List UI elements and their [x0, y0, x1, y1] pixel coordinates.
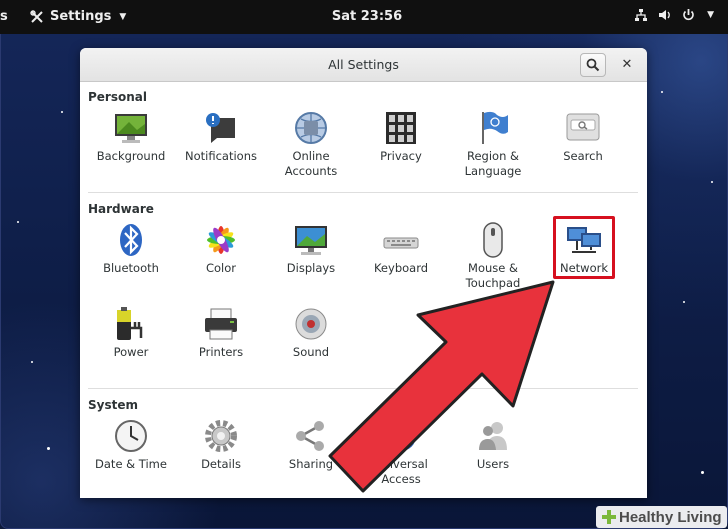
settings-item-users[interactable]: Users [448, 418, 538, 472]
settings-item-notifications[interactable]: Notifications [176, 110, 266, 164]
sound-icon [295, 308, 327, 340]
settings-item-keyboard[interactable]: Keyboard [356, 222, 446, 276]
star [661, 91, 663, 93]
keyboard-icon [383, 237, 419, 249]
settings-item-label: Region & Language [464, 149, 522, 178]
settings-item-label: Power [113, 345, 149, 359]
users-icon [479, 422, 507, 450]
settings-item-label: Sharing [288, 457, 334, 471]
settings-item-label: Universal Access [374, 457, 428, 486]
notifications-icon [206, 113, 235, 143]
network-status-icon [635, 9, 648, 21]
displays-icon [295, 226, 327, 255]
settings-item-label: Date & Time [95, 457, 167, 471]
star [701, 471, 704, 474]
close-button[interactable]: ✕ [617, 55, 637, 75]
settings-item-label: Online Accounts [284, 149, 338, 178]
background-icon [115, 114, 147, 143]
settings-item-label: Details [201, 457, 241, 471]
universal-access-icon [386, 421, 416, 451]
section-divider [88, 388, 638, 389]
search-button[interactable] [580, 53, 606, 77]
search-settings-icon [566, 113, 600, 141]
settings-item-universal-access[interactable]: Universal Access [356, 418, 446, 487]
settings-item-displays[interactable]: Displays [266, 222, 356, 276]
system-status-area[interactable]: ▼ [634, 8, 714, 22]
settings-item-label: Privacy [380, 149, 422, 163]
settings-item-label: Bluetooth [103, 261, 159, 275]
bluetooth-icon [120, 224, 142, 256]
settings-item-label: Background [96, 149, 166, 163]
settings-item-details[interactable]: Details [176, 418, 266, 472]
mouse-touchpad-icon [483, 222, 503, 258]
power-menu-icon [683, 9, 694, 21]
settings-item-label: Color [205, 261, 237, 275]
watermark: Healthy Living [596, 506, 727, 528]
star [17, 221, 19, 223]
watermark-text: Healthy Living [619, 508, 722, 526]
header-bar: All Settings ✕ [80, 48, 647, 82]
settings-item-color[interactable]: Color [176, 222, 266, 276]
privacy-icon [386, 112, 416, 144]
settings-item-mouse-touchpad[interactable]: Mouse & Touchpad [448, 222, 538, 291]
section-label-personal: Personal [88, 90, 147, 104]
settings-item-sharing[interactable]: Sharing [266, 418, 356, 472]
settings-window: All Settings ✕ Personal Background Notif… [80, 48, 647, 498]
settings-item-online-accounts[interactable]: Online Accounts [266, 110, 356, 179]
settings-item-network[interactable]: Network [539, 222, 629, 276]
settings-item-bluetooth[interactable]: Bluetooth [86, 222, 176, 276]
power-icon [117, 307, 143, 340]
star [683, 301, 685, 303]
region-language-icon [482, 111, 508, 144]
star [711, 181, 713, 183]
settings-item-date-time[interactable]: Date & Time [86, 418, 176, 472]
settings-item-label: Sound [292, 345, 330, 359]
chevron-down-icon: ▼ [707, 10, 714, 20]
settings-item-label: Search [563, 149, 603, 163]
settings-item-label: Network [559, 261, 609, 275]
volume-icon [659, 10, 670, 20]
settings-item-label: Keyboard [373, 261, 429, 275]
window-title: All Settings [328, 57, 399, 72]
search-icon [586, 58, 600, 72]
network-icon [567, 227, 601, 253]
settings-item-power[interactable]: Power [86, 306, 176, 360]
star [31, 361, 33, 363]
settings-item-region-language[interactable]: Region & Language [448, 110, 538, 179]
settings-item-label: Displays [286, 261, 336, 275]
date-time-icon [115, 420, 147, 452]
settings-item-sound[interactable]: Sound [266, 306, 356, 360]
clock[interactable]: Sat 23:56 [0, 9, 728, 24]
star [61, 111, 63, 113]
printers-icon [205, 308, 237, 340]
star [47, 447, 50, 450]
section-divider [88, 192, 638, 193]
plus-logo-icon [602, 510, 616, 524]
settings-item-background[interactable]: Background [86, 110, 176, 164]
settings-item-label: Notifications [185, 149, 257, 163]
online-accounts-icon [295, 112, 327, 144]
settings-item-printers[interactable]: Printers [176, 306, 266, 360]
settings-item-search[interactable]: Search [538, 110, 628, 164]
details-icon [205, 420, 237, 452]
color-icon [207, 226, 235, 254]
settings-item-label: Mouse & Touchpad [465, 261, 521, 290]
settings-item-label: Printers [198, 345, 244, 359]
sharing-icon [296, 421, 324, 451]
settings-item-label: Users [476, 457, 510, 471]
settings-item-privacy[interactable]: Privacy [356, 110, 446, 164]
section-label-hardware: Hardware [88, 202, 154, 216]
top-panel: s Settings ▼ Sat 23:56 ▼ [0, 0, 728, 34]
section-label-system: System [88, 398, 138, 412]
